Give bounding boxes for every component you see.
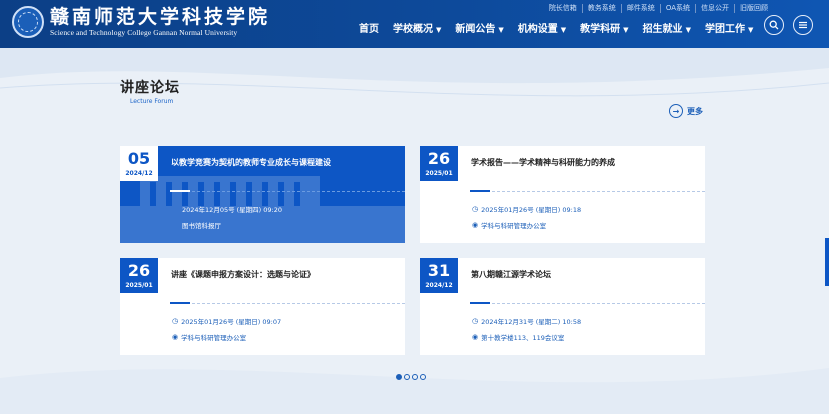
top-link-academic-system[interactable]: 教务系统 <box>581 4 621 13</box>
lecture-card-active[interactable]: 05 2024/12 以教学竞赛为契机的教师专业成长与课程建设 2024年12月… <box>120 146 405 243</box>
chevron-down-icon: ▼ <box>498 26 504 34</box>
lecture-title[interactable]: 以教学竞赛为契机的教师专业成长与课程建设 <box>171 157 331 168</box>
section-title-cn: 讲座论坛 <box>120 80 180 96</box>
search-button[interactable] <box>764 15 784 35</box>
accent-bar <box>170 190 190 192</box>
lecture-time: ◷ 2024年12月31号 (星期二) 10:58 <box>472 317 582 326</box>
nav-item-teaching-research[interactable]: 教学科研 ▼ <box>573 21 635 39</box>
pager-dot[interactable] <box>412 374 418 380</box>
more-link[interactable]: → 更多 <box>669 104 703 118</box>
divider <box>492 303 705 304</box>
nav-item-organization[interactable]: 机构设置 ▼ <box>511 21 573 39</box>
pager-dot[interactable] <box>420 374 426 380</box>
lecture-place: 图书馆科报厅 <box>182 222 221 230</box>
top-link-mail-system[interactable]: 邮件系统 <box>620 4 660 13</box>
lecture-place: ◉ 第十教学楼113、119会议室 <box>472 333 565 342</box>
menu-icon <box>799 21 807 29</box>
site-header: 赣南师范大学科技学院 Science and Technology Colleg… <box>0 0 829 48</box>
chevron-down-icon: ▼ <box>623 26 629 34</box>
location-pin-icon: ◉ <box>172 333 179 341</box>
location-pin-icon: ◉ <box>472 221 479 229</box>
date-year-month: 2025/01 <box>425 170 453 177</box>
more-label: 更多 <box>687 106 703 116</box>
date-day: 26 <box>127 261 151 280</box>
lecture-title[interactable]: 讲座《课题申报方案设计：选题与论证》 <box>171 269 315 280</box>
section-title: 讲座论坛 Lecture Forum <box>120 77 180 105</box>
divider <box>192 303 405 304</box>
chevron-down-icon: ▼ <box>436 26 442 34</box>
top-link-old-version[interactable]: 旧版回顾 <box>734 4 773 13</box>
date-badge: 31 2024/12 <box>420 258 458 293</box>
carousel-pager <box>396 374 428 380</box>
divider <box>192 191 405 192</box>
pager-dot[interactable] <box>396 374 402 380</box>
date-day: 31 <box>427 261 451 280</box>
top-link-oa-system[interactable]: OA系统 <box>659 4 695 13</box>
nav-item-home[interactable]: 首页 <box>352 21 386 39</box>
lecture-time: ◷ 2025年01月26号 (星期日) 09:07 <box>172 317 282 326</box>
date-badge: 05 2024/12 <box>120 146 158 181</box>
top-link-info-disclosure[interactable]: 信息公开 <box>695 4 734 13</box>
lecture-card[interactable]: 26 2025/01 讲座《课题申报方案设计：选题与论证》 ◷ 2025年01月2… <box>120 258 405 355</box>
top-link-president-mailbox[interactable]: 院长信箱 <box>544 4 582 13</box>
site-logo[interactable]: 赣南师范大学科技学院 Science and Technology Colleg… <box>12 6 270 38</box>
nav-item-admissions[interactable]: 招生就业 ▼ <box>636 21 698 39</box>
chevron-down-icon: ▼ <box>747 26 754 34</box>
lecture-card[interactable]: 26 2025/01 学术报告——学术精神与科研能力的养成 ◷ 2025年01月2… <box>420 146 705 243</box>
chevron-down-icon: ▼ <box>685 26 691 34</box>
accent-bar <box>170 302 190 304</box>
nav-item-student-work[interactable]: 学团工作 ▼ <box>698 21 760 39</box>
arrow-right-icon: → <box>669 104 683 118</box>
school-name-cn: 赣南师范大学科技学院 <box>50 6 271 28</box>
date-day: 26 <box>427 149 451 168</box>
chevron-down-icon: ▼ <box>560 26 567 34</box>
lecture-time: 2024年12月05号 (星期四) 09:20 <box>182 206 283 214</box>
lecture-place: ◉ 学科与科研管理办公室 <box>472 221 547 230</box>
pager-dot[interactable] <box>404 374 410 380</box>
school-seal-icon <box>12 6 44 38</box>
date-day: 05 <box>127 149 151 168</box>
lecture-title[interactable]: 第八期赣江源学术论坛 <box>471 269 551 280</box>
accent-bar <box>470 302 490 304</box>
location-pin-icon: ◉ <box>472 333 479 341</box>
date-badge: 26 2025/01 <box>120 258 158 293</box>
lecture-title[interactable]: 学术报告——学术精神与科研能力的养成 <box>471 157 615 168</box>
date-year-month: 2024/12 <box>125 170 153 177</box>
nav-item-news[interactable]: 新闻公告 ▼ <box>448 21 510 39</box>
menu-button[interactable] <box>793 15 813 35</box>
date-badge: 26 2025/01 <box>420 146 458 181</box>
date-year-month: 2024/12 <box>425 282 453 289</box>
divider <box>492 191 705 192</box>
lecture-time: ◷ 2025年01月26号 (星期日) 09:18 <box>472 205 582 214</box>
date-year-month: 2025/01 <box>125 282 153 289</box>
side-scroll-indicator[interactable] <box>825 238 829 286</box>
top-links: 院长信箱 教务系统 邮件系统 OA系统 信息公开 旧版回顾 <box>544 4 773 13</box>
search-icon <box>769 20 779 30</box>
school-name-en: Science and Technology College Gannan No… <box>50 28 238 37</box>
accent-bar <box>470 190 490 192</box>
lecture-card[interactable]: 31 2024/12 第八期赣江源学术论坛 ◷ 2024年12月31号 (星期二)… <box>420 258 705 355</box>
clock-icon: ◷ <box>172 317 179 325</box>
clock-icon: ◷ <box>472 317 479 325</box>
clock-icon: ◷ <box>472 205 479 213</box>
nav-item-overview[interactable]: 学校概况 ▼ <box>386 21 448 39</box>
section-title-en: Lecture Forum <box>130 98 174 105</box>
lecture-place: ◉ 学科与科研管理办公室 <box>172 333 247 342</box>
main-nav: 首页 学校概况 ▼ 新闻公告 ▼ 机构设置 ▼ 教学科研 ▼ 招生就业 ▼ 学团工作 ▼ <box>352 21 760 39</box>
